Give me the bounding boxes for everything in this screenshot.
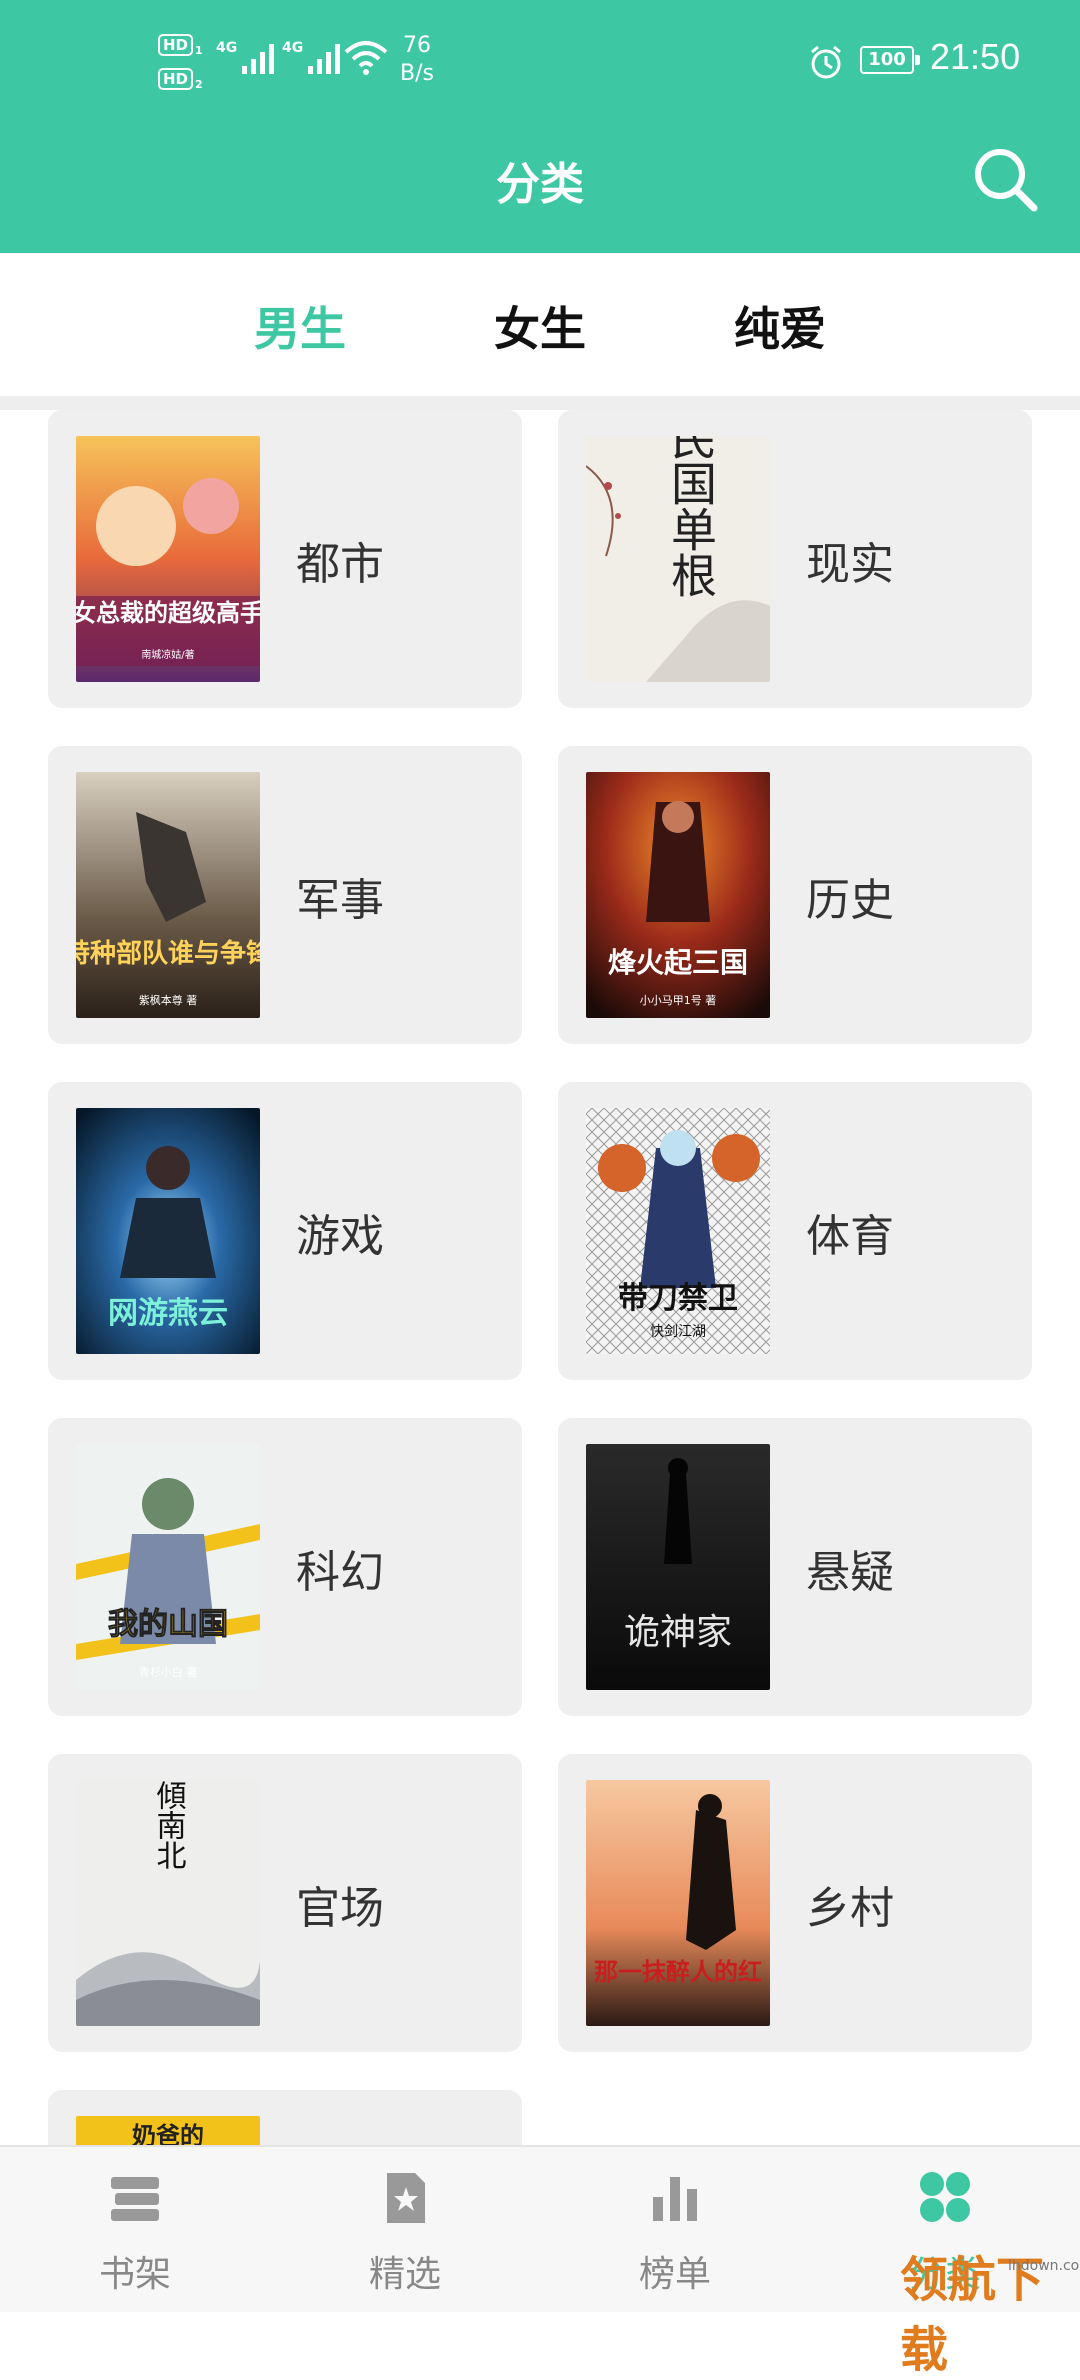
- nav-featured[interactable]: 精选: [335, 2167, 475, 2297]
- category-label: 乡村: [806, 1883, 894, 1934]
- category-card-urban[interactable]: 女总裁的超级高手 南城凉姑/著 都市: [48, 410, 522, 708]
- cover-author: 小小马甲1号 著: [640, 993, 717, 1007]
- cover-author: 南城凉姑/著: [141, 648, 194, 661]
- book-cover: 那一抹醉人的红: [586, 1780, 770, 2026]
- gender-tabs: 男生 女生 纯爱: [0, 253, 1080, 396]
- cover-title: 带刀禁卫: [618, 1281, 738, 1316]
- sim2-index: 2: [195, 78, 203, 92]
- category-label: 科幻: [296, 1547, 384, 1598]
- nav-label: 榜单: [638, 2254, 711, 2295]
- nav-label: 书架: [98, 2254, 171, 2295]
- active-tab-indicator: [252, 136, 348, 143]
- category-card-rural[interactable]: 那一抹醉人的红 乡村: [558, 1754, 1032, 2052]
- bar-chart-icon: [653, 2177, 697, 2221]
- cover-title: 那一抹醉人的红: [594, 1958, 762, 1986]
- battery-icon: 100: [860, 46, 920, 74]
- category-card-sports[interactable]: 带刀禁卫 快剑江湖 体育: [558, 1082, 1032, 1380]
- page-title: 分类: [496, 159, 584, 210]
- category-card-gaming[interactable]: 网游燕云 游戏: [48, 1082, 522, 1380]
- wifi-icon: [344, 41, 388, 75]
- book-cover: 带刀禁卫 快剑江湖: [586, 1108, 770, 1354]
- net2-label: 4G: [282, 40, 304, 56]
- tabs-divider: [0, 396, 1080, 410]
- status-bar: HD 1 HD 2 4G 4G 76 B/s 100 21:50: [0, 0, 1080, 125]
- category-card-officialdom[interactable]: 權傾南北 官场: [48, 1754, 522, 2052]
- category-grid: 女总裁的超级高手 南城凉姑/著 都市 民国单根 现实 特种部队谁与争锋 紫枫本尊…: [0, 410, 1080, 2145]
- cover-title: 我的山国: [108, 1607, 228, 1642]
- book-cover: 奶爸的: [76, 2116, 260, 2145]
- sim1-badge: HD: [158, 34, 194, 56]
- bookshelf-icon: [111, 2177, 159, 2221]
- nav-rankings[interactable]: 榜单: [605, 2167, 745, 2297]
- category-label: 体育: [806, 1211, 894, 1262]
- cover-author: 紫枫本尊 著: [139, 993, 198, 1007]
- category-card-scifi[interactable]: 我的山国 青衫小白 著 科幻: [48, 1418, 522, 1716]
- category-label: 悬疑: [806, 1547, 894, 1598]
- category-card-realistic[interactable]: 民国单根 现实: [558, 410, 1032, 708]
- alarm-icon: [811, 45, 841, 79]
- cover-title: 民国单根: [664, 436, 718, 598]
- app-header: HD 1 HD 2 4G 4G 76 B/s 100 21:50 分类: [0, 0, 1080, 253]
- cover-title: 网游燕云: [108, 1296, 228, 1331]
- book-cover: 權傾南北: [76, 1780, 260, 2026]
- speed-unit: B/s: [400, 61, 434, 86]
- status-time: 21:50: [930, 36, 1021, 77]
- watermark-url: lhdown.com: [1008, 2258, 1080, 2274]
- speed-value: 76: [402, 33, 431, 58]
- category-card-mystery[interactable]: 诡神家 悬疑: [558, 1418, 1032, 1716]
- book-cover: 女总裁的超级高手 南城凉姑/著: [76, 436, 260, 682]
- category-label: 官场: [296, 1883, 384, 1934]
- cover-author: 青衫小白 著: [139, 1665, 198, 1679]
- book-cover: 烽火起三国 小小马甲1号 著: [586, 772, 770, 1018]
- cover-title: 女总裁的超级高手: [76, 599, 260, 627]
- book-cover: 民国单根: [586, 436, 770, 682]
- category-label: 历史: [806, 875, 894, 926]
- book-cover: 诡神家: [586, 1444, 770, 1690]
- category-card-partial[interactable]: 奶爸的: [48, 2090, 522, 2145]
- tab-male[interactable]: 男生: [230, 293, 370, 359]
- search-icon[interactable]: [970, 144, 1042, 216]
- book-cover: 我的山国 青衫小白 著: [76, 1444, 260, 1690]
- category-label: 军事: [296, 875, 384, 926]
- tab-female[interactable]: 女生: [470, 293, 610, 359]
- cover-title: 特种部队谁与争锋: [76, 938, 260, 969]
- nav-bookshelf[interactable]: 书架: [65, 2167, 205, 2297]
- sim1-index: 1: [195, 44, 203, 58]
- cover-author: 快剑江湖: [650, 1324, 706, 1340]
- book-cover: 网游燕云: [76, 1108, 260, 1354]
- sim2-badge: HD: [158, 68, 194, 90]
- category-card-history[interactable]: 烽火起三国 小小马甲1号 著 历史: [558, 746, 1032, 1044]
- category-card-military[interactable]: 特种部队谁与争锋 紫枫本尊 著 军事: [48, 746, 522, 1044]
- cover-title: 奶爸的: [132, 2122, 204, 2145]
- network-speed: 76 B/s: [400, 32, 434, 88]
- book-cover: 特种部队谁与争锋 紫枫本尊 著: [76, 772, 260, 1018]
- cover-title: 诡神家: [624, 1612, 732, 1653]
- category-label: 游戏: [296, 1211, 384, 1262]
- nav-label: 精选: [368, 2254, 441, 2295]
- tab-boys-love[interactable]: 纯爱: [710, 293, 850, 359]
- star-book-icon: [387, 2173, 425, 2223]
- net1-label: 4G: [216, 40, 238, 56]
- cover-title: 權傾南北: [151, 1780, 187, 1870]
- category-label: 现实: [806, 539, 894, 590]
- sim-indicators: HD 1 HD 2: [158, 32, 206, 100]
- category-icon: [920, 2172, 970, 2222]
- category-label: 都市: [296, 539, 384, 590]
- cover-title: 烽火起三国: [608, 946, 748, 979]
